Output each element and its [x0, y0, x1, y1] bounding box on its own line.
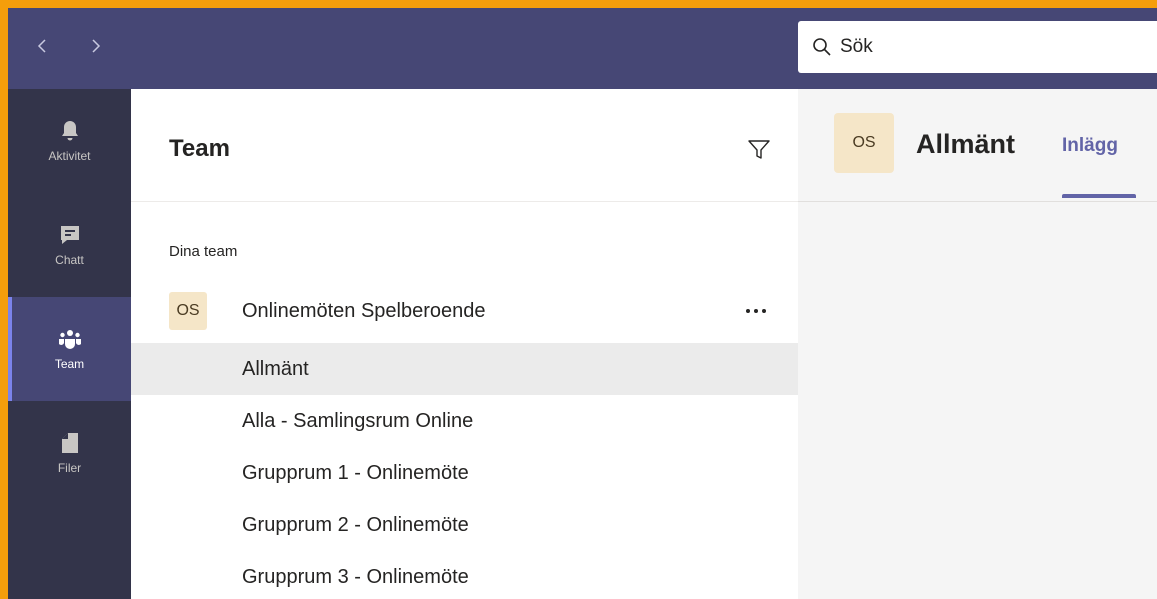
active-tab-indicator [1062, 194, 1136, 198]
title-bar [8, 8, 1157, 89]
forward-button[interactable] [86, 30, 106, 62]
search-input[interactable] [840, 36, 1157, 58]
channel-title: Allmänt [916, 129, 1016, 159]
team-row[interactable]: OS Onlinemöten Spelberoende [131, 287, 798, 335]
rail-item-label: Team [54, 357, 85, 371]
bell-icon [58, 119, 82, 143]
rail-item-chat[interactable]: Chatt [8, 193, 131, 297]
back-button[interactable] [32, 30, 52, 62]
chevron-right-icon [92, 39, 101, 53]
rail-item-files[interactable]: Filer [8, 401, 131, 505]
file-icon [58, 431, 82, 455]
channel-item-grupprum-3[interactable]: Grupprum 3 - Onlinemöte [131, 551, 798, 599]
rail-item-teams[interactable]: Team [8, 297, 131, 401]
more-options-icon[interactable] [744, 304, 768, 318]
chat-icon [58, 223, 82, 247]
panel-title: Team [169, 135, 230, 162]
channel-item-allmant[interactable]: Allmänt [131, 343, 798, 395]
rail-item-label: Filer [57, 461, 82, 475]
filter-icon[interactable] [746, 137, 772, 163]
teams-panel: Team Dina team OS Onlinemöten Spelberoen… [131, 89, 798, 599]
channel-header: OS Allmänt Inlägg [798, 89, 1157, 202]
channel-item-grupprum-2[interactable]: Grupprum 2 - Onlinemöte [131, 499, 798, 551]
rail-item-label: Aktivitet [48, 149, 91, 163]
team-avatar: OS [169, 292, 207, 330]
team-name: Onlinemöten Spelberoende [242, 299, 486, 322]
rail-item-label: Chatt [55, 253, 84, 267]
channel-view: OS Allmänt Inlägg [798, 89, 1157, 599]
channel-item-samlingsrum[interactable]: Alla - Samlingsrum Online [131, 395, 798, 447]
teams-icon [58, 327, 82, 351]
search-icon [812, 37, 832, 57]
chevron-left-icon [37, 39, 46, 53]
app-window: Aktivitet Chatt [8, 8, 1157, 599]
tab-posts[interactable]: Inlägg [1062, 135, 1118, 157]
section-label: Dina team [169, 243, 238, 260]
rail-item-activity[interactable]: Aktivitet [8, 89, 131, 193]
panel-header: Team [131, 89, 798, 202]
app-rail: Aktivitet Chatt Team Filer [8, 89, 131, 599]
channel-item-grupprum-1[interactable]: Grupprum 1 - Onlinemöte [131, 447, 798, 499]
channel-avatar: OS [834, 113, 894, 173]
search-box[interactable] [798, 21, 1157, 73]
